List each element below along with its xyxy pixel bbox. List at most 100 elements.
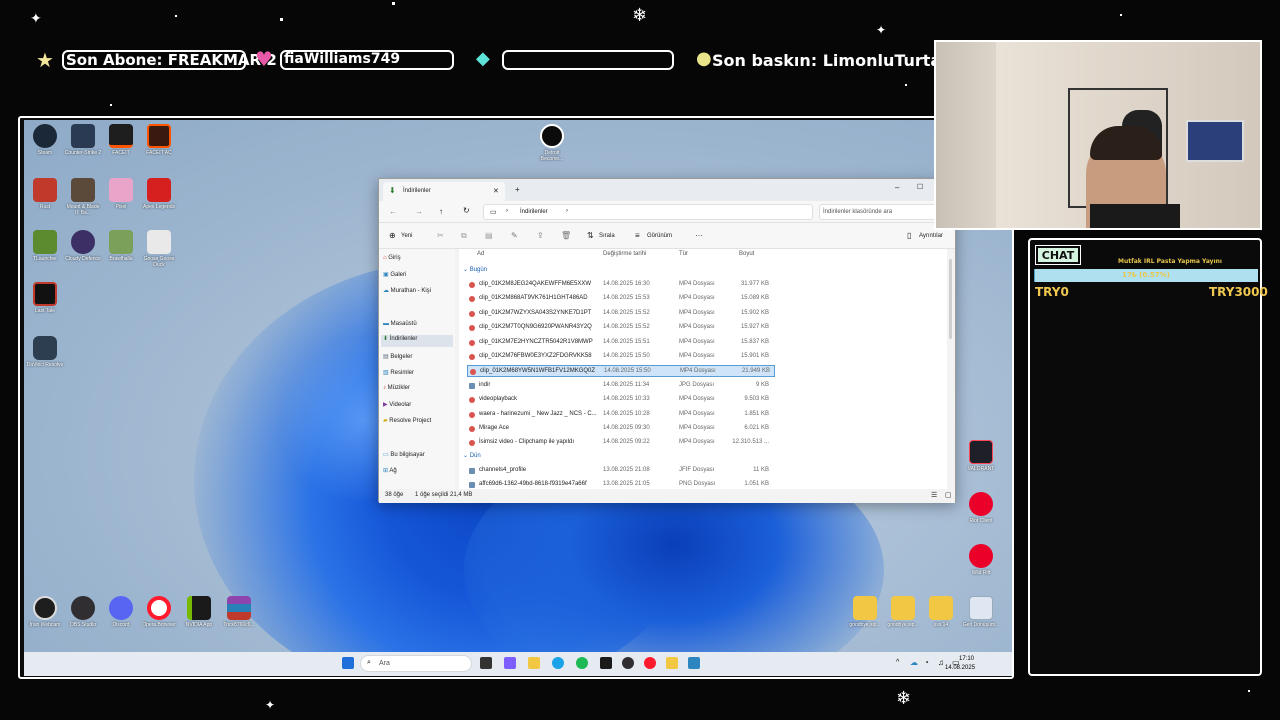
share-icon[interactable]: ⇪	[537, 231, 544, 240]
sidebar-item-gallery[interactable]: ▣ Galeri	[383, 271, 453, 278]
column-header-name[interactable]: Ad	[477, 251, 484, 257]
details-button[interactable]: Ayrıntılar	[919, 233, 943, 239]
group-header-yesterday[interactable]: ⌄ Dün	[463, 452, 481, 459]
desktop-icon-obs[interactable]: OBS Studio	[64, 596, 102, 628]
refresh-icon[interactable]: ↻	[463, 206, 470, 215]
details-icon[interactable]: ▯	[907, 231, 911, 240]
desktop-icon-iriun[interactable]: Iriun Webcam	[26, 596, 64, 628]
sidebar-item-desktop[interactable]: ▬ Masaüstü	[383, 321, 453, 327]
desktop-icon-riot[interactable]: Riot Client	[962, 492, 1000, 524]
sidebar-item-resolve[interactable]: ▰ Resolve Project	[383, 417, 453, 424]
desktop-folder[interactable]: sss 14	[922, 596, 960, 628]
desktop-icon-faceit-ac[interactable]: FACEIT AC	[140, 124, 178, 156]
sidebar-item-pictures[interactable]: ▧ Resimler	[383, 369, 453, 376]
rename-icon[interactable]: ✎	[511, 231, 518, 240]
volume-icon[interactable]: ♫	[938, 658, 944, 667]
desktop-icon-faceit[interactable]: FACEIT	[102, 124, 140, 156]
start-icon[interactable]	[342, 657, 354, 669]
obs-icon[interactable]	[622, 657, 634, 669]
search-input[interactable]: İndirilenler klasöründe ara	[819, 204, 949, 220]
minimize-icon[interactable]: –	[895, 183, 899, 192]
desktop-icon-nvidia[interactable]: NVIDIA App	[180, 596, 218, 628]
sort-icon[interactable]: ⇅	[587, 231, 594, 240]
new-icon[interactable]: ⊕	[389, 231, 396, 240]
copy-icon[interactable]: ⧉	[461, 231, 467, 241]
details-view-icon[interactable]: ☰	[931, 491, 937, 499]
sidebar-item-this-pc[interactable]: ▭ Bu bilgisayar	[383, 451, 453, 458]
desktop-folder[interactable]: goodbye.sip...	[884, 596, 922, 628]
scrollbar[interactable]	[949, 259, 952, 339]
file-row[interactable]: indir 14.08.2025 11:34 JPG Dosyası 9 KB	[467, 380, 775, 392]
file-row[interactable]: Mirage Ace 14.08.2025 09:30 MP4 Dosyası 6.0…	[467, 423, 775, 435]
onedrive-icon[interactable]: ☁	[910, 658, 918, 667]
back-icon[interactable]: ←	[389, 207, 397, 216]
desktop-icon-winrar[interactable]: Trick8766c6...	[220, 596, 258, 628]
tab-downloads[interactable]: ⬇ İndirilenler ✕	[383, 182, 505, 201]
more-button[interactable]: ···	[695, 231, 703, 240]
edge-icon[interactable]	[552, 657, 564, 669]
paste-icon[interactable]: ▤	[485, 231, 493, 240]
desktop-icon-valorant[interactable]: VALORANT	[962, 440, 1000, 472]
terminal-icon[interactable]	[600, 657, 612, 669]
file-row[interactable]: İsimsiz video - Clipchamp ile yapıldı 14.…	[467, 437, 775, 449]
column-header-date[interactable]: Değiştirme tarihi	[603, 251, 646, 257]
sidebar-item-home[interactable]: ⌂ Giriş	[383, 255, 453, 261]
file-row[interactable]: clip_01K2M868AT9VK761H1GHT486AD 14.08.202…	[467, 293, 775, 305]
desktop-icon-wild-rift[interactable]: Wild Rift	[962, 544, 1000, 576]
sort-button[interactable]: Sırala	[599, 233, 615, 239]
address-bar[interactable]: ▭ › İndirilenler ›	[483, 204, 813, 220]
opera-icon[interactable]	[644, 657, 656, 669]
file-row[interactable]: clip_01K2M68YW5N1WFB1FV12MKGQ0Z 14.08.202…	[467, 365, 775, 378]
delete-icon[interactable]: 🗑	[561, 231, 571, 240]
clock-date[interactable]: 14.08.2025	[945, 665, 975, 671]
desktop-icon-pixel[interactable]: Pixel	[102, 178, 140, 210]
desktop-icon-cloudy[interactable]: Cloudy Defence	[64, 230, 102, 262]
sidebar-item-music[interactable]: ♪ Müzikler	[383, 385, 453, 391]
file-row[interactable]: videoplayback 14.08.2025 10:33 MP4 Dosyası…	[467, 394, 775, 406]
group-header-today[interactable]: ⌄ Bugün	[463, 266, 487, 273]
desktop-icon-detroit[interactable]: Detroit Become...	[533, 124, 571, 162]
tiles-view-icon[interactable]: ▢	[945, 491, 952, 499]
maximize-icon[interactable]: ☐	[917, 183, 923, 191]
desktop-icon-bannerlord[interactable]: Mount & Blade II: Ba...	[64, 178, 102, 216]
spotify-icon[interactable]	[576, 657, 588, 669]
close-tab-icon[interactable]: ✕	[493, 187, 499, 195]
desktop-icon-steam[interactable]: Steam	[26, 124, 64, 156]
file-row[interactable]: clip_01K2M7T0QN9G6920PWANR43Y2Q 14.08.202…	[467, 322, 775, 334]
sidebar-item-onedrive[interactable]: ☁ Murathan - Kişi	[383, 287, 453, 294]
task-view-icon[interactable]	[480, 657, 492, 669]
desktop-icon-apex[interactable]: Apex Legends	[140, 178, 178, 210]
photos-icon[interactable]	[688, 657, 700, 669]
file-row[interactable]: clip_01K2M7E2HYNCZTR5042R1V8MWP 14.08.202…	[467, 337, 775, 349]
desktop-icon-tlauncher[interactable]: TLauncher	[26, 230, 64, 262]
notes-icon[interactable]	[666, 657, 678, 669]
desktop-icon-goose[interactable]: Goose Goose Duck	[140, 230, 178, 268]
new-tab-icon[interactable]: +	[515, 185, 520, 194]
cut-icon[interactable]: ✂	[437, 231, 444, 240]
view-icon[interactable]: ≡	[635, 231, 640, 240]
sidebar-item-downloads[interactable]: ⬇ İndirilenler	[381, 335, 453, 347]
desktop-icon-last-tale[interactable]: Last Tale	[26, 282, 64, 314]
desktop-icon-opera[interactable]: Opera Browser	[140, 596, 178, 628]
sidebar-item-network[interactable]: ⊞ Ağ	[383, 467, 453, 474]
new-button[interactable]: Yeni	[401, 233, 412, 239]
desktop-icon-brawlhalla[interactable]: Brawlhalla	[102, 230, 140, 262]
forward-icon[interactable]: →	[415, 207, 423, 216]
file-row[interactable]: clip_01K2M7WZYXSA043S2YNKE7D1PT 14.08.202…	[467, 308, 775, 320]
wifi-icon[interactable]: ◔	[924, 658, 929, 667]
desktop-recycle-bin[interactable]: Geri Dönüşüm...	[962, 596, 1000, 628]
desktop-icon-discord[interactable]: Discord	[102, 596, 140, 628]
up-icon[interactable]: ↑	[439, 207, 443, 216]
column-header-size[interactable]: Boyut	[739, 251, 754, 257]
desktop-icon-davinci[interactable]: DaVinci Resolve	[26, 336, 64, 368]
desktop-icon-rust[interactable]: Rust	[26, 178, 64, 210]
copilot-icon[interactable]	[504, 657, 516, 669]
clock-time[interactable]: 17:10	[959, 656, 974, 662]
file-explorer-icon[interactable]	[528, 657, 540, 669]
sidebar-item-documents[interactable]: ▤ Belgeler	[383, 353, 453, 360]
file-row[interactable]: waera - harinezumi _ New Jazz _ NCS - C.…	[467, 409, 775, 421]
column-header-type[interactable]: Tür	[679, 251, 688, 257]
file-row[interactable]: channels4_profile 13.08.2025 21:08 JFIF Do…	[467, 465, 775, 477]
desktop-icon-cs2[interactable]: Counter-Strike 2	[64, 124, 102, 156]
file-row[interactable]: clip_01K2M76FBW0E3YXZ2FDGRVKK58 14.08.202…	[467, 351, 775, 363]
